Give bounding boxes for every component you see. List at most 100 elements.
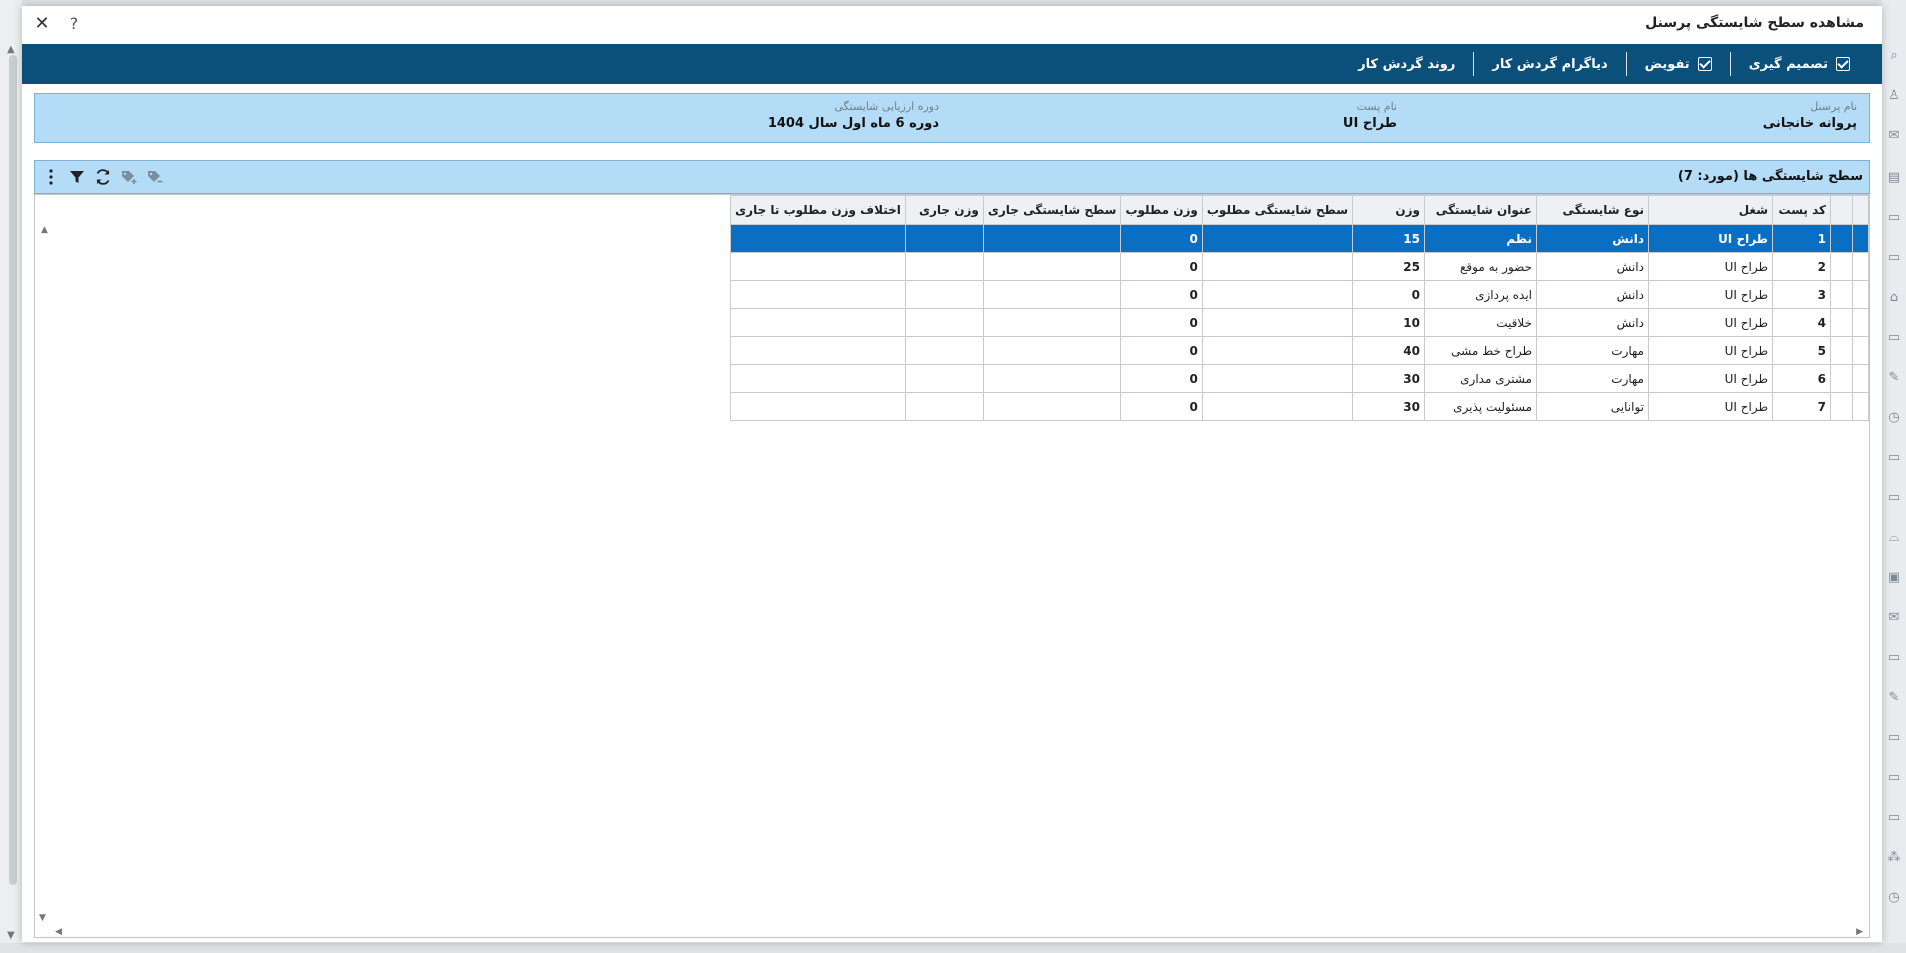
cell-code: 1 (1772, 224, 1831, 253)
network-icon[interactable]: ⁂ (1886, 850, 1902, 866)
cell-cur-weight (904, 280, 984, 309)
scroll-down-icon[interactable]: ▼ (7, 930, 15, 941)
card-icon[interactable]: ▭ (1886, 810, 1902, 826)
row-selector-cell[interactable] (1852, 308, 1869, 337)
clock-icon[interactable]: ◷ (1886, 410, 1902, 426)
column-header[interactable]: سطح شایستگی جاری (982, 195, 1122, 225)
cell-req-weight: 0 (1120, 364, 1203, 393)
column-header[interactable]: عنوان شایستگی (1424, 195, 1537, 225)
cell-diff (730, 364, 906, 393)
remove-tag-icon[interactable] (145, 167, 165, 187)
cell-code: 7 (1772, 392, 1831, 421)
column-header[interactable]: سطح شایستگی مطلوب (1201, 195, 1354, 225)
card-icon[interactable]: ▭ (1886, 730, 1902, 746)
scroll-up-icon[interactable]: ▲ (41, 225, 48, 235)
refresh-icon[interactable] (93, 167, 113, 187)
car-icon[interactable]: ⌓ (1886, 530, 1902, 546)
cell-cur-level (982, 280, 1122, 309)
table-row[interactable]: 7 طراح UI توانایی مسئولیت پذیری 30 0 (730, 392, 1869, 421)
table-row[interactable]: 6 طراح UI مهارت مشتری مداری 30 0 (730, 364, 1869, 393)
cell-cur-weight (904, 364, 984, 393)
column-header[interactable] (1852, 195, 1869, 225)
cell-type: دانش (1536, 308, 1649, 337)
bus-icon[interactable]: ▣ (1886, 570, 1902, 586)
card-icon[interactable]: ▭ (1886, 490, 1902, 506)
workflow-diagram-button[interactable]: دیاگرام گردش کار (1474, 52, 1625, 76)
toolbar-divider (1625, 52, 1627, 76)
table-row[interactable]: 1 طراح UI دانش نظم 15 0 (730, 224, 1869, 253)
card-icon[interactable]: ▭ (1886, 450, 1902, 466)
row-selector-cell[interactable] (1830, 364, 1853, 393)
pen-icon[interactable]: ✎ (1886, 370, 1902, 386)
row-selector-cell[interactable] (1830, 308, 1853, 337)
cell-diff (730, 280, 906, 309)
mail-icon[interactable]: ✉ (1886, 610, 1902, 626)
row-selector-cell[interactable] (1852, 252, 1869, 281)
scroll-down-icon[interactable]: ▼ (39, 913, 46, 923)
column-header[interactable] (1830, 195, 1853, 225)
background-left-scrollbar[interactable]: ▲ ▼ (0, 0, 22, 953)
row-selector-cell[interactable] (1852, 336, 1869, 365)
column-header[interactable]: وزن مطلوب (1120, 195, 1203, 225)
row-selector-cell[interactable] (1830, 336, 1853, 365)
mail-icon[interactable]: ✉ (1886, 128, 1902, 144)
table-row[interactable]: 5 طراح UI مهارت طراح خط مشی 40 0 (730, 336, 1869, 365)
row-selector-cell[interactable] (1830, 392, 1853, 421)
card-icon[interactable]: ▭ (1886, 210, 1902, 226)
column-header[interactable]: کد پست (1772, 195, 1831, 225)
table-row[interactable]: 2 طراح UI دانش حضور به موقع 25 0 (730, 252, 1869, 281)
scrollbar-thumb[interactable] (9, 55, 17, 885)
cell-code: 5 (1772, 336, 1831, 365)
cell-diff (730, 308, 906, 337)
row-selector-cell[interactable] (1830, 280, 1853, 309)
cell-job: طراح UI (1648, 392, 1773, 421)
close-button[interactable]: ✕ (30, 12, 54, 36)
card-icon[interactable]: ▭ (1886, 770, 1902, 786)
column-header[interactable]: شغل (1648, 195, 1773, 225)
cell-type: مهارت (1536, 364, 1649, 393)
user-icon[interactable]: ♙ (1886, 88, 1902, 104)
scroll-right-icon[interactable]: ▶ (1856, 927, 1863, 937)
cell-type: مهارت (1536, 336, 1649, 365)
more-vertical-icon[interactable] (41, 167, 61, 187)
row-selector-cell[interactable] (1852, 364, 1869, 393)
decision-label: تصمیم گیری (1748, 56, 1828, 72)
home-icon[interactable]: ⌂ (1886, 290, 1902, 306)
add-tag-icon[interactable] (119, 167, 139, 187)
cell-type: دانش (1536, 280, 1649, 309)
cell-job: طراح UI (1648, 280, 1773, 309)
delegate-button[interactable]: تفویض (1627, 52, 1730, 76)
help-button[interactable]: ? (62, 12, 86, 36)
column-header[interactable]: اختلاف وزن مطلوب تا جاری (730, 195, 906, 225)
card-icon[interactable]: ▭ (1886, 250, 1902, 266)
filter-icon[interactable] (67, 167, 87, 187)
scroll-left-icon[interactable]: ◀ (55, 927, 62, 937)
cell-code: 6 (1772, 364, 1831, 393)
cell-weight: 30 (1352, 392, 1425, 421)
clock-icon[interactable]: ◷ (1886, 890, 1902, 906)
scroll-up-icon[interactable]: ▲ (7, 44, 15, 55)
row-selector-cell[interactable] (1852, 392, 1869, 421)
column-header[interactable]: نوع شایستگی (1536, 195, 1649, 225)
workflow-toolbar: تصمیم گیری تفویض دیاگرام گردش کار روند گ… (22, 44, 1882, 84)
workflow-process-button[interactable]: روند گردش کار (1340, 52, 1473, 76)
table-row[interactable]: 3 طراح UI دانش ایده پردازی 0 0 (730, 280, 1869, 309)
search-icon[interactable]: ⌕ (1886, 48, 1902, 64)
row-selector-cell[interactable] (1830, 224, 1853, 253)
card-icon[interactable]: ▭ (1886, 330, 1902, 346)
cell-job: طراح UI (1648, 252, 1773, 281)
competency-grid: کد پست شغل نوع شایستگی عنوان شایستگی وزن… (730, 195, 1869, 421)
decision-button[interactable]: تصمیم گیری (1731, 52, 1868, 76)
document-icon[interactable]: ▤ (1886, 170, 1902, 186)
column-header[interactable]: وزن (1352, 195, 1425, 225)
column-header[interactable]: وزن جاری (904, 195, 984, 225)
pen-icon[interactable]: ✎ (1886, 690, 1902, 706)
post-label: نام پست (1356, 100, 1397, 113)
cell-req-level (1201, 224, 1354, 253)
row-selector-cell[interactable] (1852, 224, 1869, 253)
card-icon[interactable]: ▭ (1886, 650, 1902, 666)
row-selector-cell[interactable] (1852, 280, 1869, 309)
row-selector-cell[interactable] (1830, 252, 1853, 281)
table-row[interactable]: 4 طراح UI دانش خلاقیت 10 0 (730, 308, 1869, 337)
post-field: نام پست طراح UI (1343, 100, 1397, 131)
